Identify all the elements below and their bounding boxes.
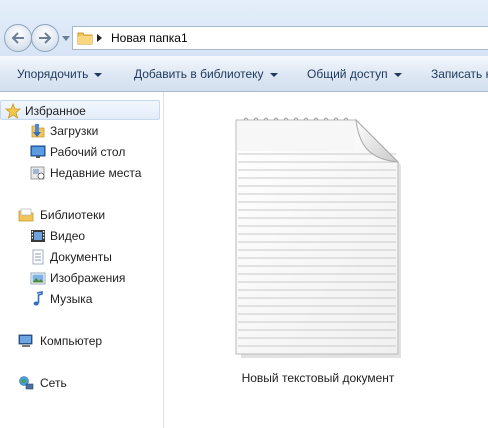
sidebar-item-video[interactable]: Видео [0,226,160,246]
downloads-folder-icon [31,124,45,138]
breadcrumb-current-folder[interactable]: Новая папка1 [111,31,188,45]
sidebar-item-favorites[interactable]: Избранное [0,100,160,120]
organize-menu[interactable]: Упорядочить [17,67,103,81]
sidebar-item-label: Изображения [50,271,126,285]
sidebar-item-label: Сеть [40,376,67,390]
organize-label: Упорядочить [17,67,89,81]
sidebar-item-label: Документы [50,250,112,264]
sidebar-item-desktop[interactable]: Рабочий стол [0,142,160,162]
sidebar-item-label: Компьютер [40,334,103,348]
burn-button[interactable]: Записать н [431,67,488,81]
file-name-label: Новый текстовый документ [241,371,395,385]
computer-icon [18,334,33,347]
sidebar-item-label: Рабочий стол [50,145,126,159]
back-button[interactable] [4,24,32,52]
navigation-pane: Избранное Загрузки Рабочий стол Недавние… [0,92,164,428]
documents-icon [32,249,44,265]
forward-button[interactable] [31,24,59,52]
chevron-down-icon [269,72,278,77]
forward-arrow-icon [39,32,52,44]
video-icon [31,230,45,242]
sidebar-item-label: Библиотеки [40,208,106,222]
chevron-down-icon [393,72,402,77]
back-arrow-icon [11,32,24,44]
breadcrumb-chevron-icon[interactable] [97,34,103,42]
libraries-icon [18,208,34,222]
folder-icon [77,32,93,45]
sidebar-item-documents[interactable]: Документы [0,247,160,267]
sidebar-item-network[interactable]: Сеть [0,373,160,393]
sidebar-item-libraries[interactable]: Библиотеки [0,205,160,225]
add-to-library-label: Добавить в библиотеку [134,67,264,81]
sidebar-item-label: Видео [50,229,86,243]
sidebar-item-downloads[interactable]: Загрузки [0,121,160,141]
sidebar-item-music[interactable]: Музыка [0,289,160,309]
file-list-pane: Новый текстовый документ [164,92,488,428]
sidebar-item-label: Избранное [25,104,86,118]
chevron-down-icon [94,72,103,77]
share-label: Общий доступ [307,67,388,81]
sidebar-item-recent-places[interactable]: Недавние места [0,163,160,183]
address-bar[interactable]: Новая папка1 [72,26,488,50]
music-note-icon [33,291,43,306]
star-icon [5,103,21,119]
sidebar-item-label: Недавние места [50,166,142,180]
address-toolbar: Новая папка1 [0,0,488,56]
share-menu[interactable]: Общий доступ [307,67,402,81]
sidebar-item-computer[interactable]: Компьютер [0,331,160,351]
recent-places-icon [30,166,45,180]
desktop-icon [30,145,46,158]
network-icon [19,376,34,390]
command-bar: Упорядочить Добавить в библиотеку Общий … [0,56,488,92]
sidebar-item-pictures[interactable]: Изображения [0,268,160,288]
burn-label: Записать н [431,67,488,81]
text-document-icon [235,117,401,358]
sidebar-item-label: Загрузки [50,124,99,138]
file-item[interactable]: Новый текстовый документ [216,108,420,385]
sidebar-item-label: Музыка [50,292,93,306]
recent-pages-dropdown-icon[interactable] [62,36,70,46]
add-to-library-menu[interactable]: Добавить в библиотеку [134,67,278,81]
pictures-icon [30,272,46,285]
